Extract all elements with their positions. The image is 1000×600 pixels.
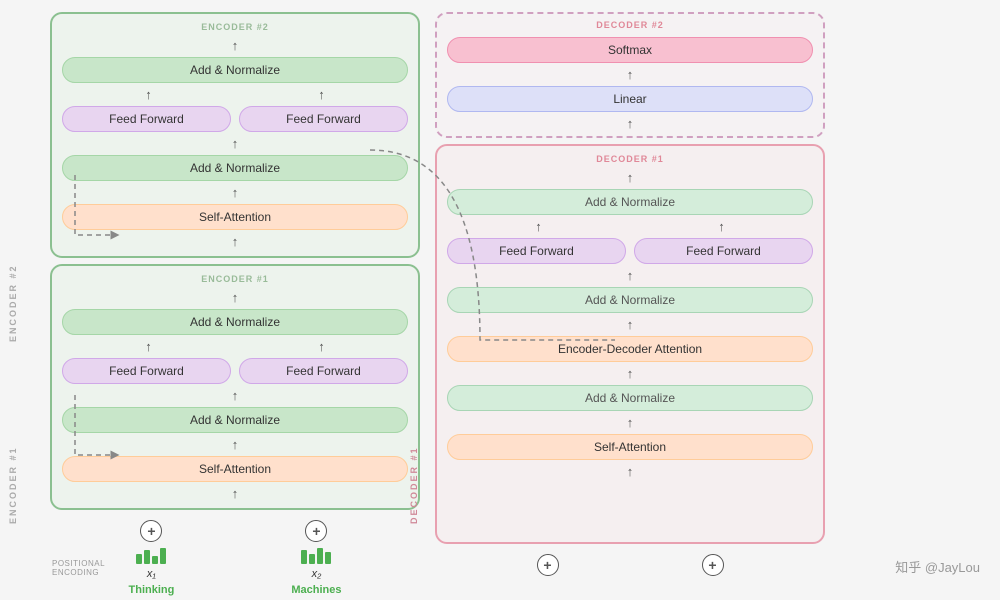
arrow-dec1-ff-mid: ↑ xyxy=(447,269,813,282)
plus-dec2: + xyxy=(702,554,724,576)
bars-x1 xyxy=(136,546,166,564)
pos-encoding-label: POSITIONALENCODING xyxy=(52,559,105,578)
enc2-self-attention: Self-Attention xyxy=(62,204,408,230)
arrow-enc1-sa: ↑ xyxy=(62,438,408,451)
bar5 xyxy=(301,550,307,564)
arrow-enc2-bottom: ↑ xyxy=(62,235,408,248)
encoder2-side-label: ENCODER #2 xyxy=(8,182,18,342)
decoder1-label: DECODER #1 xyxy=(447,154,813,164)
enc1-ff-row: Feed Forward Feed Forward xyxy=(62,358,408,384)
bar7 xyxy=(317,548,323,564)
arrows-dec1-ff: ↑↑ xyxy=(447,220,813,233)
arrows-enc2-ff: ↑↑ xyxy=(62,88,408,101)
dec1-add-norm3: Add & Normalize xyxy=(447,189,813,215)
decoder-input-x3: + xyxy=(537,554,559,576)
left-column: ENCODER #2 ENCODER #1 ENCODER #2 ↑ Add &… xyxy=(50,12,420,580)
x2-word: Machines xyxy=(291,584,341,596)
arrow-dec1-encdec: ↑ xyxy=(447,318,813,331)
dec1-ff-row: Feed Forward Feed Forward xyxy=(447,238,813,264)
decoder-input-x4: + xyxy=(702,554,724,576)
right-column: DECODER #2 Softmax ↑ Linear ↑ DECODER #1… xyxy=(435,12,825,580)
encoder1-label: ENCODER #1 xyxy=(62,274,408,284)
bar8 xyxy=(325,552,331,564)
encoder2-box: ENCODER #2 ↑ Add & Normalize ↑↑ Feed For… xyxy=(50,12,420,258)
bar3 xyxy=(152,556,158,564)
arrow-enc1-top: ↑ xyxy=(62,291,408,304)
x2-sub: x₂ xyxy=(312,568,322,580)
enc1-add-norm1: Add & Normalize xyxy=(62,407,408,433)
dec1-ff1: Feed Forward xyxy=(447,238,626,264)
dec1-add-norm2: Add & Normalize xyxy=(447,287,813,313)
linear-pill: Linear xyxy=(447,86,813,112)
arrow-enc2-top: ↑ xyxy=(62,39,408,52)
decoder2-box: DECODER #2 Softmax ↑ Linear ↑ xyxy=(435,12,825,138)
bars-x2 xyxy=(301,546,331,564)
arrow-dec1-sa: ↑ xyxy=(447,416,813,429)
encoder2-label: ENCODER #2 xyxy=(62,22,408,32)
arrow-softmax: ↑ xyxy=(447,68,813,81)
bar2 xyxy=(144,550,150,564)
encoder1-side-label: ENCODER #1 xyxy=(8,364,18,524)
arrow-enc1-mid: ↑ xyxy=(62,389,408,402)
decoder1-box: DECODER #1 DECODER #1 ↑ Add & Normalize … xyxy=(435,144,825,544)
dec1-add-norm1: Add & Normalize xyxy=(447,385,813,411)
enc1-ff1: Feed Forward xyxy=(62,358,231,384)
arrow-enc2-mid: ↑ xyxy=(62,137,408,150)
plus-dec1: + xyxy=(537,554,559,576)
input-group-x2: + x₂ Machines xyxy=(291,520,341,596)
enc1-ff2: Feed Forward xyxy=(239,358,408,384)
bar4 xyxy=(160,548,166,564)
encoder-bottom: POSITIONALENCODING + x₁ Thinking + xyxy=(50,516,420,600)
plus-x2: + xyxy=(305,520,327,542)
watermark: 知乎 @JayLou xyxy=(895,557,980,576)
bar1 xyxy=(136,554,142,564)
enc1-self-attention: Self-Attention xyxy=(62,456,408,482)
enc1-add-norm2: Add & Normalize xyxy=(62,309,408,335)
decoder1-side-label: DECODER #1 xyxy=(409,344,419,524)
arrows-enc1-ff: ↑↑ xyxy=(62,340,408,353)
dec1-enc-dec-attn: Encoder-Decoder Attention xyxy=(447,336,813,362)
x1-word: Thinking xyxy=(129,584,175,596)
input-group-x1: + x₁ Thinking xyxy=(129,520,175,596)
enc2-ff-row: Feed Forward Feed Forward xyxy=(62,106,408,132)
dec1-self-attention: Self-Attention xyxy=(447,434,813,460)
decoder-bottom: + + xyxy=(435,550,825,580)
x2-label-row: x₂ xyxy=(312,568,322,580)
decoder2-label: DECODER #2 xyxy=(447,20,813,30)
encoder1-box: ENCODER #1 ↑ Add & Normalize ↑↑ Feed For… xyxy=(50,264,420,510)
arrow-enc2-sa: ↑ xyxy=(62,186,408,199)
arrow-linear: ↑ xyxy=(447,117,813,130)
bar6 xyxy=(309,554,315,564)
x1-label-row: x₁ xyxy=(147,568,156,580)
dec1-ff2: Feed Forward xyxy=(634,238,813,264)
arrow-dec1-top: ↑ xyxy=(447,171,813,184)
enc2-add-norm2: Add & Normalize xyxy=(62,57,408,83)
enc2-ff2: Feed Forward xyxy=(239,106,408,132)
enc2-add-norm1: Add & Normalize xyxy=(62,155,408,181)
plus-x1: + xyxy=(140,520,162,542)
arrow-dec1-bottom: ↑ xyxy=(447,465,813,478)
content-area: ENCODER #2 ENCODER #1 ENCODER #2 ↑ Add &… xyxy=(0,0,1000,588)
enc2-ff1: Feed Forward xyxy=(62,106,231,132)
page-wrapper: ENCODER #2 ENCODER #1 ENCODER #2 ↑ Add &… xyxy=(0,0,1000,588)
arrow-dec1-an1: ↑ xyxy=(447,367,813,380)
softmax-pill: Softmax xyxy=(447,37,813,63)
x1-sub: x₁ xyxy=(147,568,156,580)
arrow-enc1-bottom: ↑ xyxy=(62,487,408,500)
